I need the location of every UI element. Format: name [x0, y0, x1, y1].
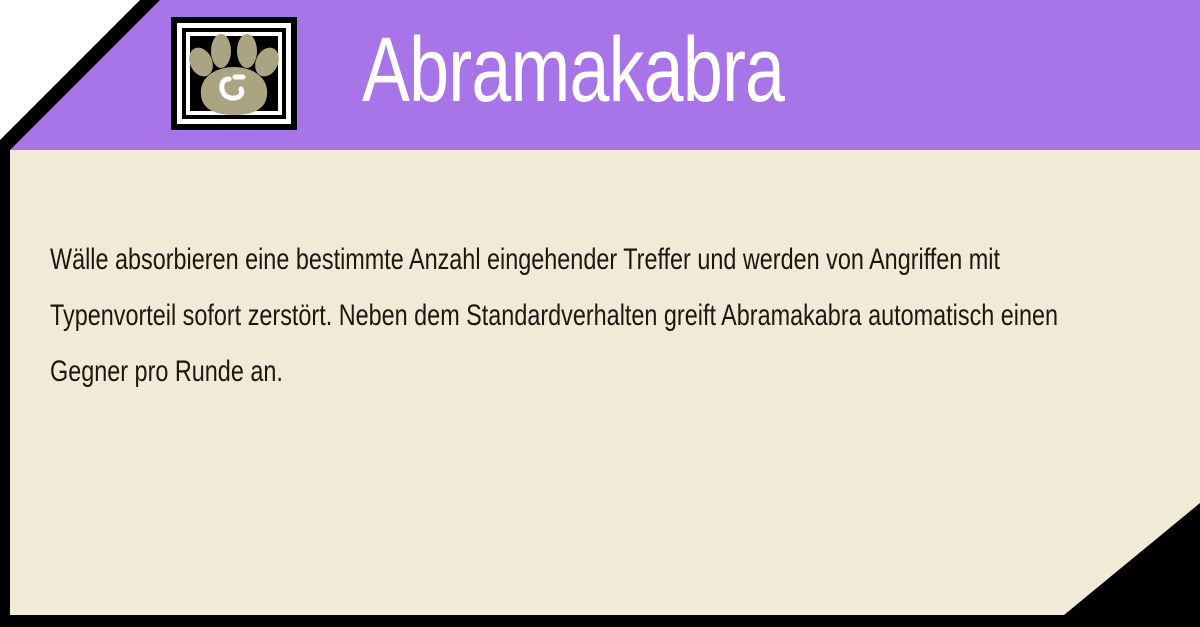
paw-icon	[171, 17, 297, 130]
ability-title: Abramakabra	[362, 19, 785, 121]
ability-card: Abramakabra Wälle absorbieren eine besti…	[0, 0, 1200, 627]
ability-description: Wälle absorbieren eine bestimmte Anzahl …	[50, 243, 1059, 388]
